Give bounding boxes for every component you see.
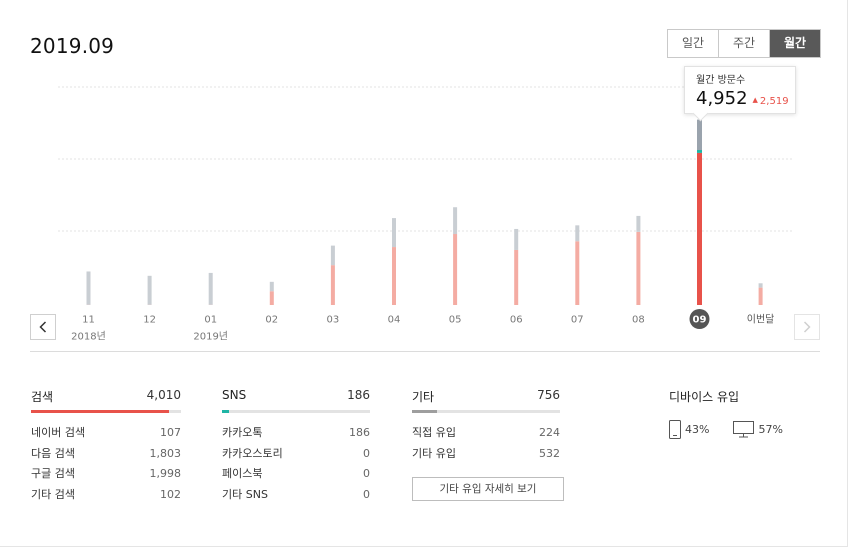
bar-segment-accent	[636, 231, 641, 305]
bar-segment-gray	[453, 207, 458, 235]
bar-segment-accent	[575, 241, 580, 305]
bar-segment-gray	[86, 271, 91, 305]
month-label-selected: 09	[693, 315, 707, 326]
month-label: 02	[265, 315, 278, 326]
year-label: 2018년	[71, 331, 106, 343]
source-search: 검색 4,010 네이버 검색 107 다음 검색 1,803 구글 검색 1,998 …	[31, 388, 181, 505]
other-inflow-detail-button[interactable]: 기타 유입 자세히 보기	[412, 477, 564, 501]
bar-segment-gray	[514, 228, 519, 250]
list-item: 기타 검색 102	[31, 487, 181, 501]
monitor-icon	[733, 421, 755, 438]
search-ratio-bar	[31, 410, 181, 413]
tooltip-label: 월간 방문수	[696, 75, 746, 86]
month-label: 06	[510, 315, 523, 326]
device-pc: 57%	[733, 421, 783, 438]
chart-next-button[interactable]	[794, 314, 820, 340]
list-item: 다음 검색 1,803	[31, 446, 181, 460]
mobile-phone-icon	[669, 420, 681, 439]
tooltip-value: 4,952	[696, 88, 748, 109]
other-total: 756	[537, 388, 560, 402]
device-mobile-pct: 43%	[685, 423, 710, 436]
device-inflow: 디바이스 유입 43% 57%	[669, 388, 807, 439]
list-item: 기타 유입 532	[412, 446, 560, 460]
up-arrow-icon: ▲	[752, 96, 758, 104]
bar-segment-gray	[575, 225, 580, 242]
month-label: 05	[449, 315, 462, 326]
bar-segment-accent	[392, 247, 396, 305]
month-label: 이번달	[747, 314, 775, 326]
month-label: 01	[204, 315, 217, 326]
list-item: 기타 SNS 0	[222, 487, 370, 501]
sns-ratio-bar	[222, 410, 370, 413]
sns-title: SNS	[222, 388, 247, 402]
bar-segment-accent	[758, 287, 763, 305]
list-item: 네이버 검색 107	[31, 426, 181, 439]
source-sns: SNS 186 카카오톡 186 카카오스토리 0 페이스북 0 기타 SNS 0	[222, 388, 370, 505]
other-ratio-fill	[412, 410, 438, 413]
month-label: 03	[327, 315, 340, 326]
year-label: 2019년	[193, 331, 228, 343]
tooltip-delta-value: 2,519	[759, 96, 789, 107]
bar-segment-gray	[147, 275, 152, 305]
chevron-right-icon	[803, 321, 811, 333]
bar-segment-gray	[636, 215, 641, 232]
list-item: 구글 검색 1,998	[31, 467, 181, 480]
bar-segment-gray	[208, 272, 213, 305]
list-item: 카카오톡 186	[222, 426, 370, 439]
month-label: 07	[571, 315, 584, 326]
list-item: 카카오스토리 0	[222, 446, 370, 460]
chevron-left-icon	[39, 321, 47, 333]
month-label: 12	[143, 315, 156, 326]
device-title: 디바이스 유입	[669, 390, 740, 404]
section-divider	[30, 351, 820, 352]
chart-prev-button[interactable]	[30, 314, 56, 340]
bar-segment-teal	[697, 150, 702, 153]
bar-segment-gray	[330, 245, 335, 266]
bar-segment-gray	[269, 281, 274, 292]
bar-segment-gray	[758, 283, 763, 288]
sns-total: 186	[347, 388, 370, 402]
bar-segment-accent	[269, 291, 274, 305]
bar-segment-accent	[330, 265, 335, 305]
month-label: 11	[82, 315, 95, 326]
list-item: 페이스북 0	[222, 467, 370, 480]
tooltip-delta: ▲ 2,519	[753, 96, 789, 107]
search-ratio-fill	[31, 410, 169, 413]
sns-ratio-fill	[222, 410, 230, 413]
bar-segment-gray	[392, 218, 396, 248]
visits-chart: 11 12 01 02 03 04 05 06 07 08 09 이번달 2018년 2019년	[0, 0, 849, 360]
bar-segment-accent	[453, 234, 458, 305]
search-total: 4,010	[146, 388, 181, 402]
search-title: 검색	[31, 390, 54, 404]
visits-chart-svg: 11 12 01 02 03 04 05 06 07 08 09 이번달 2018년 2019년	[58, 86, 792, 343]
other-ratio-bar	[412, 410, 560, 413]
bar-segment-gray	[697, 119, 702, 151]
device-mobile: 43%	[669, 420, 709, 439]
bar-segment-accent	[514, 249, 519, 305]
other-title: 기타	[412, 390, 435, 404]
list-item: 직접 유입 224	[412, 426, 560, 439]
month-label: 04	[388, 315, 401, 326]
chart-tooltip: 월간 방문수 4,952 ▲ 2,519	[684, 66, 796, 114]
device-pc-pct: 57%	[758, 423, 783, 436]
source-other: 기타 756 직접 유입 224 기타 유입 532 기타 유입 자세히 보기	[412, 388, 564, 501]
month-label: 08	[632, 315, 645, 326]
bar-segment-accent	[697, 152, 702, 305]
